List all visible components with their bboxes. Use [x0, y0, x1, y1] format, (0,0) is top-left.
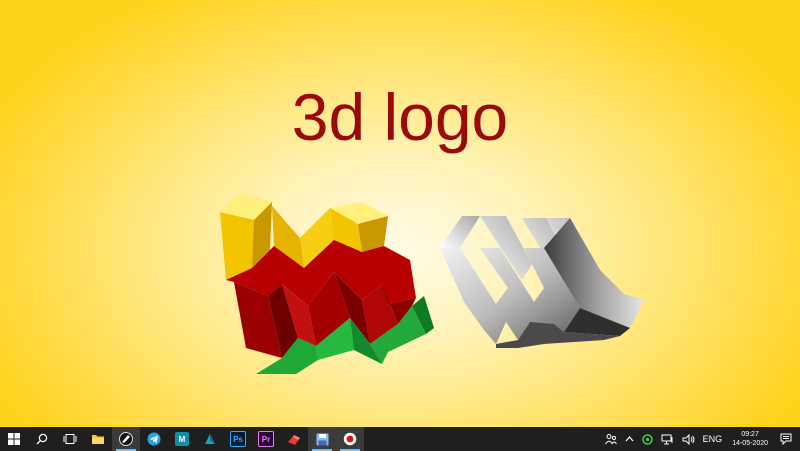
- photoshop-icon: Ps: [230, 431, 246, 447]
- save-app[interactable]: [308, 427, 336, 451]
- start-button[interactable]: [0, 427, 28, 451]
- premiere-pro-icon: Pr: [258, 431, 274, 447]
- 3d-modeling-icon: [205, 434, 215, 444]
- volume-button[interactable]: [678, 427, 699, 451]
- slide-title: 3d logo: [291, 80, 509, 154]
- photoshop-app[interactable]: Ps: [224, 427, 252, 451]
- sketchup-icon: [288, 435, 300, 445]
- chevron-up-icon: [625, 436, 634, 442]
- notification-icon: [780, 433, 792, 445]
- premiere-pro-app[interactable]: Pr: [252, 427, 280, 451]
- clock-date: 14-05-2020: [732, 440, 768, 447]
- folder-icon: [92, 435, 104, 444]
- telegram-app[interactable]: [140, 427, 168, 451]
- action-center-button[interactable]: [774, 427, 800, 451]
- green-circle-icon: [641, 433, 653, 445]
- speaker-icon: [682, 433, 695, 445]
- inkscape-icon: [119, 432, 133, 446]
- maya-icon: M: [175, 432, 189, 446]
- slide-canvas: 3d logo: [0, 0, 800, 427]
- search-icon: [36, 433, 48, 445]
- task-view-icon: [63, 434, 77, 444]
- file-explorer-app[interactable]: [84, 427, 112, 451]
- record-icon: [343, 432, 357, 446]
- silver-3d-m-logo: [440, 216, 644, 348]
- people-icon: [604, 434, 617, 445]
- floppy-disk-icon: [316, 433, 328, 445]
- show-hidden-icons-button[interactable]: [621, 427, 638, 451]
- taskbar: M Ps Pr ENG 09:27 14-05-2020: [0, 427, 800, 451]
- colored-3d-m-logo: [220, 194, 434, 374]
- network-button[interactable]: [657, 427, 678, 451]
- network-icon: [661, 434, 673, 444]
- task-view-button[interactable]: [56, 427, 84, 451]
- maya-app[interactable]: M: [168, 427, 196, 451]
- system-tray: ENG 09:27 14-05-2020: [601, 427, 800, 451]
- people-button[interactable]: [601, 427, 621, 451]
- tray-app-icon[interactable]: [638, 427, 657, 451]
- screen-recorder-app[interactable]: [336, 427, 364, 451]
- 3d-app[interactable]: [196, 427, 224, 451]
- clock-time: 09:27: [741, 431, 759, 438]
- clock[interactable]: 09:27 14-05-2020: [726, 427, 774, 451]
- sketchup-app[interactable]: [280, 427, 308, 451]
- search-button[interactable]: [28, 427, 56, 451]
- language-indicator[interactable]: ENG: [699, 427, 727, 451]
- inkscape-app[interactable]: [112, 427, 140, 451]
- windows-logo-icon: [8, 433, 20, 445]
- telegram-icon: [147, 432, 161, 446]
